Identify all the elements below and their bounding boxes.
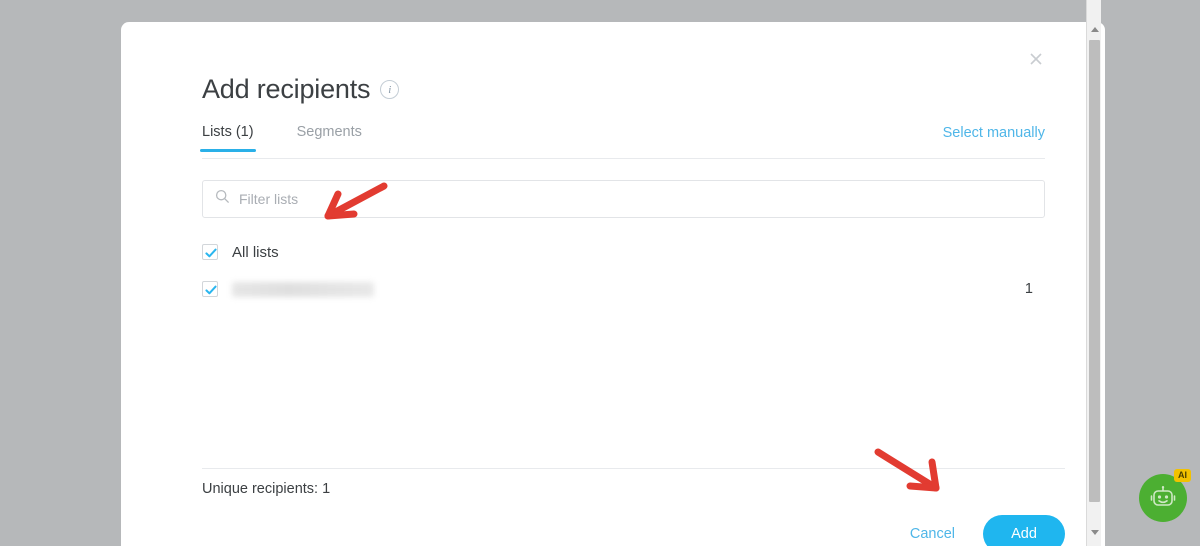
unique-recipients-label: Unique recipients: 1	[202, 481, 331, 497]
list-item[interactable]: 1	[202, 274, 1045, 304]
list-item-label: All lists	[232, 243, 279, 261]
checkbox-list-1[interactable]	[202, 281, 218, 297]
search-input[interactable]	[239, 191, 1032, 207]
filter-lists-search-box[interactable]	[202, 180, 1045, 218]
page-title: Add recipients	[202, 74, 371, 104]
tab-bar-divider	[202, 158, 1045, 159]
list-item[interactable]: All lists	[202, 237, 1045, 267]
scrollbar-thumb[interactable]	[1089, 40, 1100, 502]
list-item-label-redacted	[232, 281, 374, 297]
tab-segments[interactable]: Segments	[297, 124, 362, 152]
search-icon	[215, 189, 230, 209]
robot-icon	[1150, 486, 1176, 506]
ai-badge: AI	[1174, 469, 1191, 482]
tab-lists[interactable]: Lists (1)	[200, 124, 256, 152]
page-scrollbar[interactable]	[1086, 0, 1101, 546]
add-button[interactable]: Add	[983, 515, 1065, 546]
ai-assistant-button[interactable]: AI	[1139, 469, 1191, 522]
select-manually-link[interactable]: Select manually	[943, 125, 1045, 141]
list-item-count: 1	[1024, 281, 1033, 297]
add-recipients-dialog: Add recipients i Lists (1) Segments Sele…	[121, 22, 1105, 546]
cancel-button[interactable]: Cancel	[896, 518, 969, 546]
info-icon[interactable]: i	[380, 80, 400, 99]
close-icon[interactable]	[1023, 46, 1049, 72]
dialog-header: Add recipients i	[202, 74, 1045, 105]
chevron-down-icon[interactable]	[1087, 524, 1102, 540]
tab-bar: Lists (1) Segments Select manually	[200, 124, 1045, 160]
dialog-actions: Cancel Add	[896, 515, 1065, 546]
footer-divider	[202, 468, 1065, 469]
chevron-up-icon[interactable]	[1087, 21, 1102, 37]
lists-container: All lists 1	[202, 237, 1045, 304]
checkbox-all-lists[interactable]	[202, 244, 218, 260]
